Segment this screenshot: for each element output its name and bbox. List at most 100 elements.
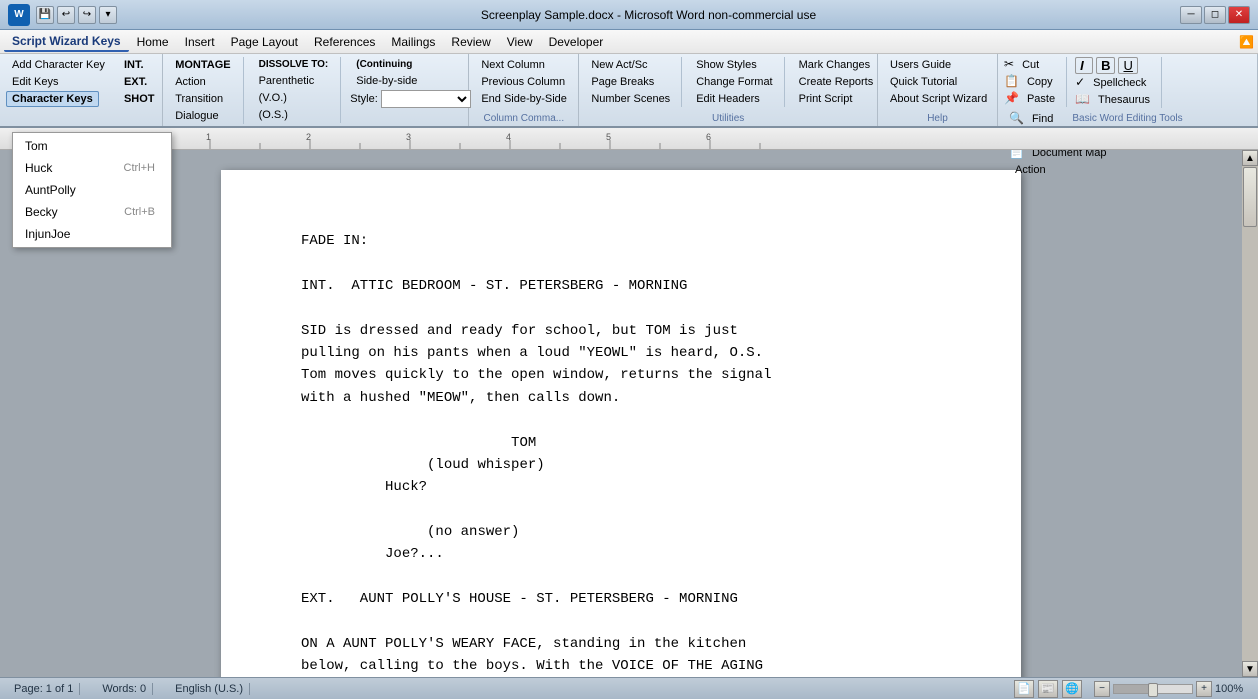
document-text[interactable]: FADE IN: INT. ATTIC BEDROOM - ST. PETERS… [301,230,941,677]
parenthetic-button[interactable]: Parenthetic [253,73,321,89]
zoom-slider[interactable] [1113,684,1193,694]
markchanges-button[interactable]: Mark Changes [793,57,877,73]
copy-button[interactable]: Copy [1021,74,1059,90]
action-editing-button[interactable]: Action [1009,162,1052,178]
dialogue-button[interactable]: Dialogue [169,108,224,124]
utilities-col2: Show Styles Change Format Edit Headers [685,57,784,107]
pagebreaks-button[interactable]: Page Breaks [585,74,660,90]
shot-button[interactable]: SHOT [118,91,161,107]
zoom-thumb[interactable] [1148,683,1158,697]
sidebyside-button[interactable]: Side-by-side [350,73,423,89]
aboutscriptwizard-button[interactable]: About Script Wizard [884,91,993,107]
dropdown-item-huck[interactable]: Huck Ctrl+H [13,157,171,179]
usersguide-button[interactable]: Users Guide [884,57,957,73]
edit-keys-button[interactable]: Edit Keys [6,74,64,90]
utilities-label: Utilities [579,113,877,124]
paste-button[interactable]: Paste [1021,91,1061,107]
svg-text:4: 4 [506,132,511,142]
zoom-in-button[interactable]: + [1196,681,1212,697]
dropdown-item-tom[interactable]: Tom [13,135,171,157]
vo-button[interactable]: (V.O.) [253,90,293,106]
add-character-key-button[interactable]: Add Character Key [6,57,111,73]
transition-button[interactable]: Transition [169,91,229,107]
changeformat-button[interactable]: Change Format [690,74,778,90]
bold-button[interactable]: B [1096,57,1115,74]
close-button[interactable]: ✕ [1228,6,1250,24]
dropdown-item-huck-label: Huck [25,161,52,175]
zoom-level: 100% [1215,683,1250,695]
next-column-button[interactable]: Next Column [475,57,551,73]
quicktutorial-button[interactable]: Quick Tutorial [884,74,963,90]
int-ext-shot: INT. EXT. SHOT [118,57,161,107]
paste-icon: 📌 [1004,91,1019,107]
continuing-col: (Continuing Side-by-side Style: [344,57,471,108]
minimize-button[interactable]: ─ [1180,6,1202,24]
menu-review[interactable]: Review [443,33,498,51]
zoom-out-button[interactable]: − [1094,681,1110,697]
createreports-button[interactable]: Create Reports [793,74,880,90]
dropdown-item-huck-shortcut: Ctrl+H [124,162,155,174]
menu-references[interactable]: References [306,33,383,51]
customize-button[interactable]: ▾ [99,6,117,24]
page-wrapper[interactable]: FADE IN: INT. ATTIC BEDROOM - ST. PETERS… [0,150,1242,677]
menu-pagelayout[interactable]: Page Layout [223,33,306,51]
editing-col1: ✂ Cut 📋 Copy 📌 Paste [1004,57,1067,107]
save-button[interactable]: 💾 [36,6,54,24]
dropdown-item-injunjoe[interactable]: InjunJoe [13,223,171,245]
help-buttons: Users Guide Quick Tutorial About Script … [884,57,993,107]
restore-button[interactable]: ◻ [1204,6,1226,24]
ribbon-group-column: Next Column Previous Column End Side-by-… [469,54,579,126]
menu-mailings[interactable]: Mailings [383,33,443,51]
previous-column-button[interactable]: Previous Column [475,74,571,90]
quick-access-toolbar: 💾 ↩ ↪ ▾ [36,6,117,24]
spellcheck-button[interactable]: Spellcheck [1087,75,1152,91]
os-button[interactable]: (O.S.) [253,107,294,123]
cut-row: ✂ Cut [1004,57,1045,73]
ribbon-minimize-icon[interactable]: 🔼 [1239,35,1254,49]
copy-icon: 📋 [1004,74,1019,90]
dropdown-item-becky[interactable]: Becky Ctrl+B [13,201,171,223]
thesaurus-button[interactable]: Thesaurus [1092,92,1156,108]
printscript-button[interactable]: Print Script [793,91,859,107]
menu-scriptwizardkeys[interactable]: Script Wizard Keys [4,32,129,52]
character-keys-button[interactable]: Character Keys [6,91,99,107]
window-controls: ─ ◻ ✕ [1180,6,1250,24]
numberscenes-button[interactable]: Number Scenes [585,91,676,107]
help-label: Help [878,113,997,124]
scrollbar-track[interactable] [1242,166,1258,661]
column-content: Next Column Previous Column End Side-by-… [475,57,572,110]
dropdown-item-auntpolly[interactable]: AuntPolly [13,179,171,201]
italic-button[interactable]: I [1075,57,1093,74]
view-full-button[interactable]: 📰 [1038,680,1058,698]
cut-button[interactable]: Cut [1016,57,1045,73]
scrollbar-down-button[interactable]: ▼ [1242,661,1258,677]
showstyles-button[interactable]: Show Styles [690,57,763,73]
redo-button[interactable]: ↪ [78,6,96,24]
copy-row: 📋 Copy [1004,74,1059,90]
menu-view[interactable]: View [499,33,541,51]
view-print-button[interactable]: 📄 [1014,680,1034,698]
menu-home[interactable]: Home [129,33,177,51]
style-select[interactable] [381,90,471,108]
main-content-area: FADE IN: INT. ATTIC BEDROOM - ST. PETERS… [0,150,1258,677]
editheaders-button[interactable]: Edit Headers [690,91,766,107]
ext-button[interactable]: EXT. [118,74,153,90]
menu-insert[interactable]: Insert [177,33,223,51]
underline-button[interactable]: U [1118,57,1137,74]
status-page: Page: 1 of 1 [8,683,80,695]
view-web-button[interactable]: 🌐 [1062,680,1082,698]
dropdown-item-tom-label: Tom [25,139,48,153]
utilities-col3: Mark Changes Create Reports Print Script [788,57,880,107]
menu-developer[interactable]: Developer [541,33,612,51]
dissolveto-label: DISSOLVE TO: [253,57,335,72]
int-button[interactable]: INT. [118,57,150,73]
continuing-label: (Continuing [350,57,418,72]
ruler-marks: 12 34 56 [160,128,1258,149]
newactsc-button[interactable]: New Act/Sc [585,57,653,73]
vertical-scrollbar[interactable]: ▲ ▼ [1242,150,1258,677]
window-title: Screenplay Sample.docx - Microsoft Word … [117,8,1180,22]
document-page[interactable]: FADE IN: INT. ATTIC BEDROOM - ST. PETERS… [221,170,1021,677]
action-button[interactable]: Action [169,74,212,90]
end-sidebyside-button[interactable]: End Side-by-Side [475,91,573,107]
undo-button[interactable]: ↩ [57,6,75,24]
